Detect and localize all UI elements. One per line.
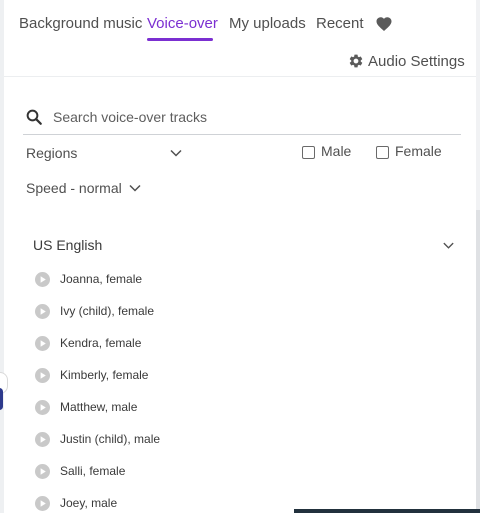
voice-item-joey[interactable]: Joey, male: [35, 494, 117, 512]
voice-item-joanna[interactable]: Joanna, female: [35, 270, 142, 288]
tab-voice-over[interactable]: Voice-over: [147, 15, 218, 33]
tab-background-music[interactable]: Background music: [19, 15, 142, 33]
regions-label: Regions: [26, 145, 78, 161]
voice-item-kimberly[interactable]: Kimberly, female: [35, 366, 148, 384]
search-bar: [23, 101, 461, 135]
male-checkbox-box[interactable]: [302, 145, 315, 159]
voice-name: Kendra, female: [60, 336, 142, 350]
voice-name: Joey, male: [60, 496, 118, 510]
female-checkbox-box[interactable]: [376, 145, 389, 159]
voice-name: Ivy (child), female: [60, 304, 155, 318]
chevron-down-icon: [443, 242, 454, 249]
panel-divider: [4, 76, 476, 77]
audio-settings-button[interactable]: Audio Settings: [348, 52, 465, 70]
play-icon[interactable]: [35, 431, 50, 447]
voice-name: Kimberly, female: [60, 368, 149, 382]
male-label: Male: [321, 143, 352, 159]
audio-settings-label: Audio Settings: [368, 52, 465, 70]
regions-dropdown[interactable]: Regions: [26, 145, 183, 161]
group-us-english[interactable]: US English: [33, 237, 455, 255]
bottom-bar: [294, 509, 480, 513]
search-icon: [26, 109, 42, 125]
gear-icon: [349, 54, 363, 68]
speed-dropdown[interactable]: Speed - normal: [26, 180, 142, 196]
play-icon[interactable]: [35, 399, 50, 415]
voice-name: Joanna, female: [60, 272, 143, 286]
voice-item-ivy[interactable]: Ivy (child), female: [35, 302, 154, 320]
tab-my-uploads[interactable]: My uploads: [229, 15, 306, 33]
active-tab-indicator: [147, 38, 213, 41]
tab-recent[interactable]: Recent: [316, 15, 364, 33]
scrollbar-track[interactable]: [476, 210, 480, 513]
female-label: Female: [395, 143, 442, 159]
chevron-down-icon: [129, 184, 141, 192]
play-icon[interactable]: [35, 303, 50, 319]
male-checkbox[interactable]: Male: [302, 143, 351, 159]
chevron-down-icon: [170, 149, 182, 157]
voice-item-salli[interactable]: Salli, female: [35, 462, 125, 480]
group-label: US English: [33, 237, 103, 253]
voice-item-justin[interactable]: Justin (child), male: [35, 430, 160, 448]
search-input[interactable]: [53, 106, 453, 128]
speed-label: Speed - normal: [26, 180, 122, 196]
voice-item-matthew[interactable]: Matthew, male: [35, 398, 137, 416]
play-icon[interactable]: [35, 367, 50, 383]
voice-name: Salli, female: [60, 464, 126, 478]
female-checkbox[interactable]: Female: [376, 143, 442, 159]
voice-name: Matthew, male: [60, 400, 138, 414]
voice-name: Justin (child), male: [60, 432, 161, 446]
side-indicator: [0, 388, 3, 410]
play-icon[interactable]: [35, 271, 50, 287]
play-icon[interactable]: [35, 335, 50, 351]
heart-icon[interactable]: [375, 15, 393, 33]
play-icon[interactable]: [35, 495, 50, 511]
play-icon[interactable]: [35, 463, 50, 479]
voice-item-kendra[interactable]: Kendra, female: [35, 334, 141, 352]
